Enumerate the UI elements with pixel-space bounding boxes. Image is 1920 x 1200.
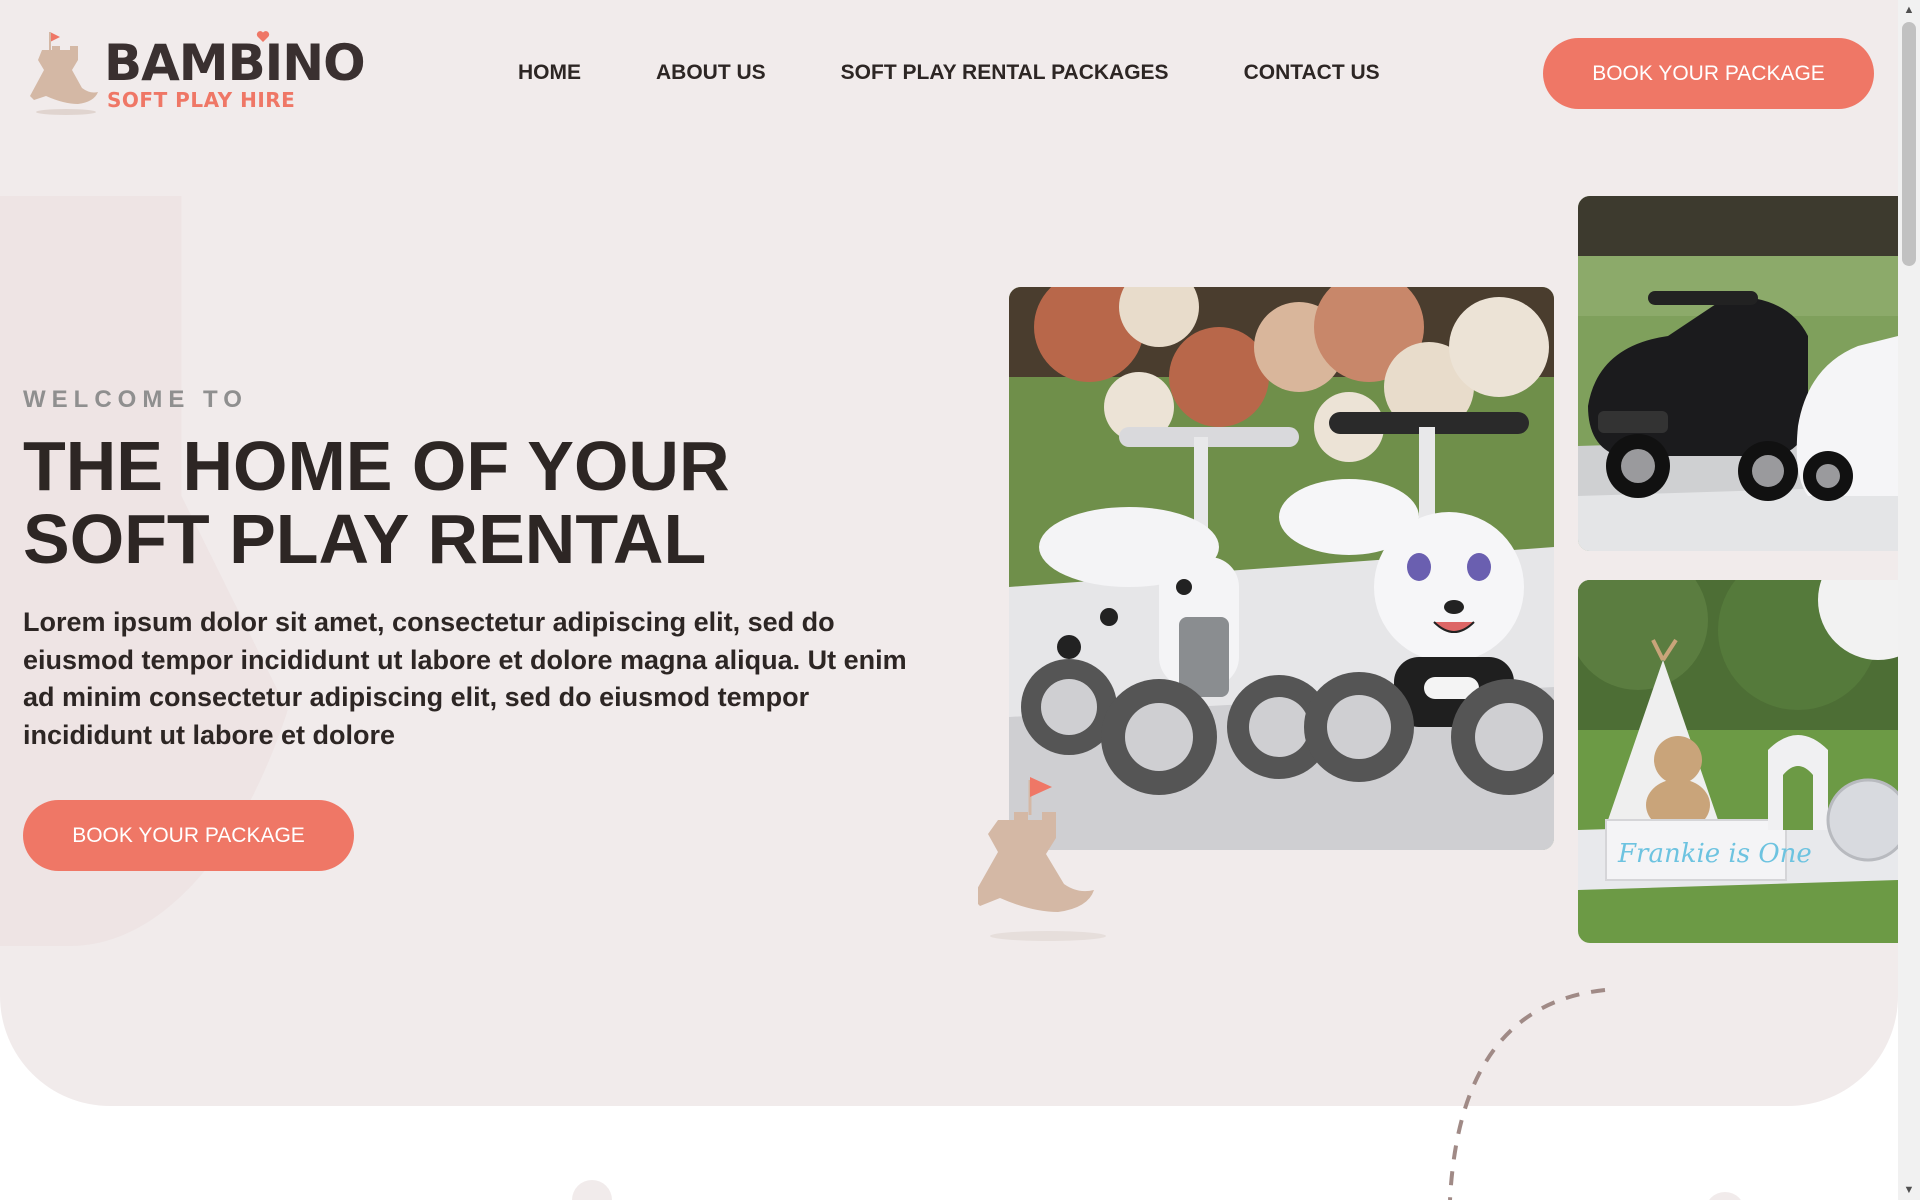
scrollbar-thumb[interactable] <box>1902 22 1916 266</box>
hero-headline-line1: THE HOME OF YOUR <box>23 427 730 505</box>
hero-headline: THE HOME OF YOUR SOFT PLAY RENTAL <box>23 430 923 576</box>
brand-name: BAMBINO <box>104 34 366 92</box>
hero-headline-line2: SOFT PLAY RENTAL <box>23 500 707 578</box>
decorative-dot <box>572 1180 612 1200</box>
brand-logo[interactable]: BAMBINO SOFT PLAY HIRE <box>30 28 366 118</box>
nav-item-contact-us[interactable]: CONTACT US <box>1244 60 1380 86</box>
hero-book-package-button[interactable]: BOOK YOUR PACKAGE <box>23 800 354 871</box>
decorative-dot <box>1705 1192 1745 1200</box>
dashed-arc-decoration <box>1448 988 1606 1200</box>
rocking-horse-decoration-icon <box>978 777 1106 941</box>
heart-icon <box>256 31 270 42</box>
hero-body-text: Lorem ipsum dolor sit amet, consectetur … <box>23 607 907 750</box>
site-header: BAMBINO SOFT PLAY HIRE HOME ABOUT US SOF… <box>0 0 1898 145</box>
nav-item-rental-packages[interactable]: SOFT PLAY RENTAL PACKAGES <box>841 60 1169 86</box>
photo-ride-on-cars <box>1578 196 1898 551</box>
main-navigation: HOME ABOUT US SOFT PLAY RENTAL PACKAGES … <box>518 60 1380 86</box>
photo-teepee-soft-play: Frankie is One <box>1578 580 1898 943</box>
scroll-down-arrow-icon[interactable]: ▼ <box>1898 1180 1920 1200</box>
page-scrollbar[interactable]: ▲ ▼ <box>1898 0 1920 1200</box>
nav-item-home[interactable]: HOME <box>518 60 581 86</box>
photo-balance-bikes <box>1009 287 1554 850</box>
brand-tagline: SOFT PLAY HIRE <box>107 88 296 112</box>
hero-eyebrow: WELCOME TO <box>23 386 248 413</box>
tent-sign-text: Frankie is One <box>1617 839 1812 869</box>
header-book-package-button[interactable]: BOOK YOUR PACKAGE <box>1543 38 1874 109</box>
rocking-horse-castle-icon <box>30 32 98 115</box>
scroll-up-arrow-icon[interactable]: ▲ <box>1898 0 1920 20</box>
nav-item-about-us[interactable]: ABOUT US <box>656 60 766 86</box>
